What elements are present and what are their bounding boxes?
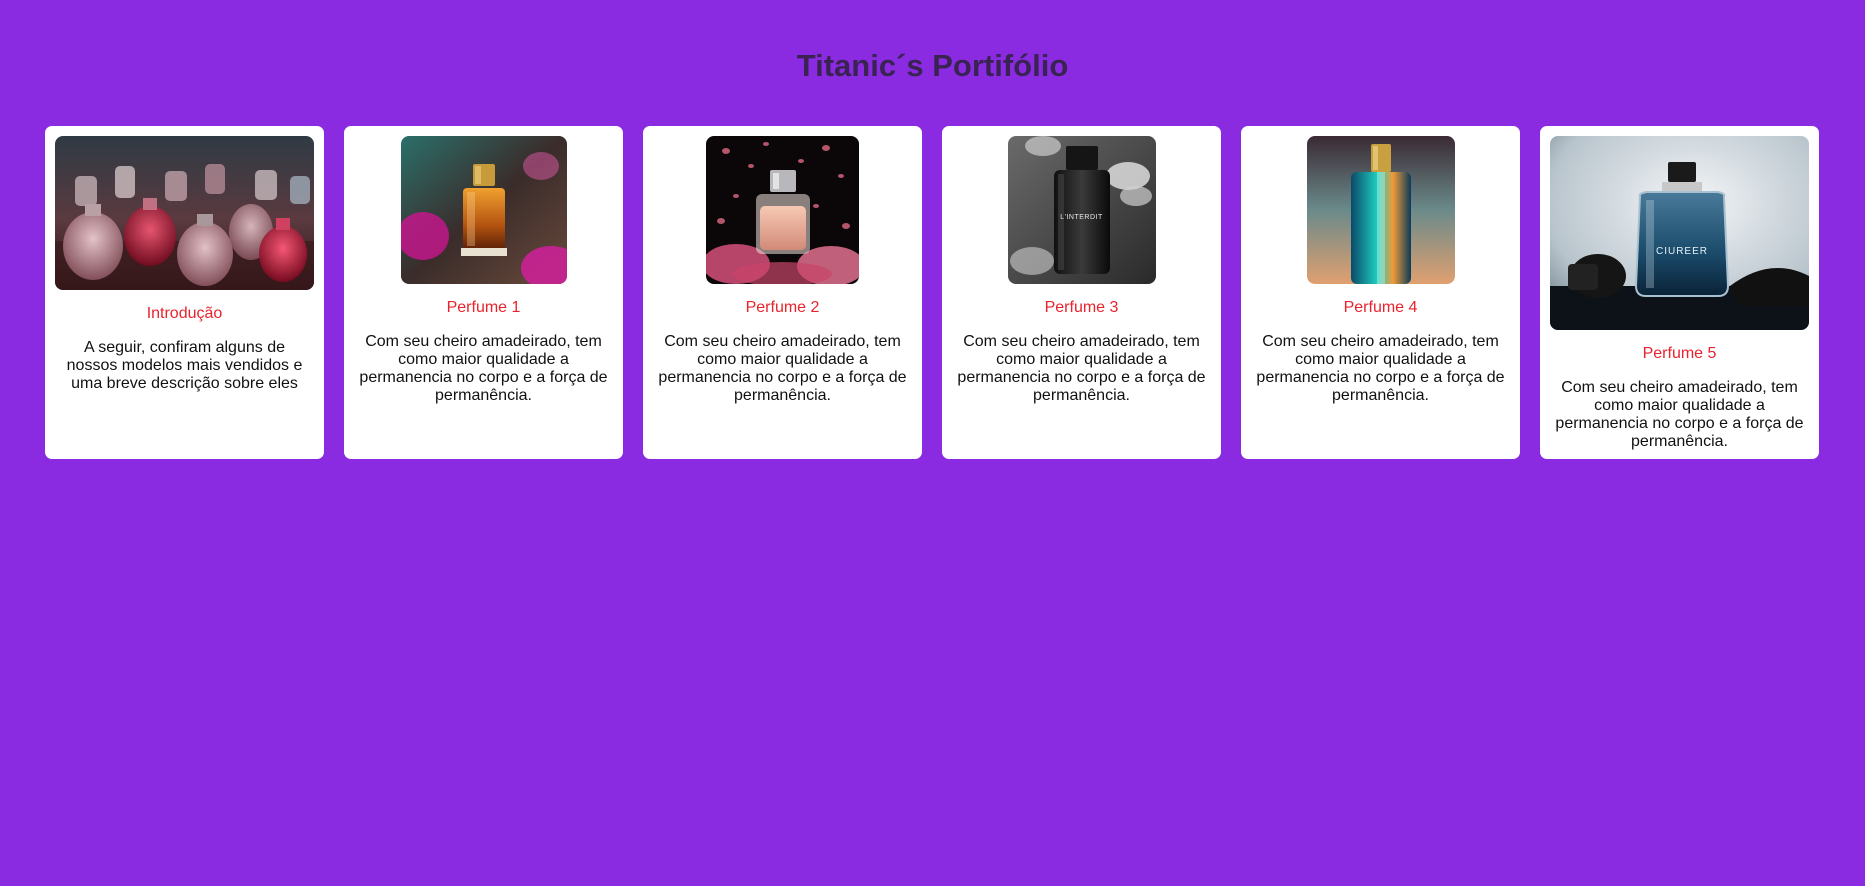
card-description: Com seu cheiro amadeirado, tem como maio… xyxy=(1256,333,1505,404)
blue-perfume-image: CIUREER xyxy=(1550,136,1809,330)
card-perfume-2: Perfume 2 Com seu cheiro amadeirado, tem… xyxy=(643,126,922,459)
card-title: Introdução xyxy=(146,305,223,322)
card-description: Com seu cheiro amadeirado, tem como maio… xyxy=(658,333,907,404)
card-description: A seguir, confiram alguns de nossos mode… xyxy=(66,339,303,392)
card-perfume-5: CIUREER Perfume 5 Com seu cheiro amadeir… xyxy=(1540,126,1819,459)
card-title: Perfume 1 xyxy=(446,299,521,316)
portfolio-cards: Introdução A seguir, confiram alguns de … xyxy=(45,126,1819,459)
bottle-label: CIUREER xyxy=(1655,246,1708,257)
teal-perfume-image xyxy=(1306,136,1455,284)
perfume-collection-image xyxy=(55,136,314,290)
card-introducao: Introdução A seguir, confiram alguns de … xyxy=(45,126,324,459)
card-title: Perfume 3 xyxy=(1044,299,1119,316)
amber-perfume-image xyxy=(400,136,567,284)
card-perfume-3: L'INTERDIT Perfume 3 Com seu cheiro amad… xyxy=(942,126,1221,459)
black-perfume-image: L'INTERDIT xyxy=(1007,136,1156,284)
page-title: Titanic´s Portifólio xyxy=(796,48,1069,83)
card-title: Perfume 4 xyxy=(1343,299,1418,316)
card-description: Com seu cheiro amadeirado, tem como maio… xyxy=(957,333,1206,404)
card-perfume-1: Perfume 1 Com seu cheiro amadeirado, tem… xyxy=(344,126,623,459)
card-description: Com seu cheiro amadeirado, tem como maio… xyxy=(1555,379,1804,450)
card-perfume-4: Perfume 4 Com seu cheiro amadeirado, tem… xyxy=(1241,126,1520,459)
card-title: Perfume 5 xyxy=(1642,345,1717,362)
bottle-label: L'INTERDIT xyxy=(1060,214,1103,221)
card-description: Com seu cheiro amadeirado, tem como maio… xyxy=(359,333,608,404)
rose-perfume-image xyxy=(706,136,859,284)
card-title: Perfume 2 xyxy=(745,299,820,316)
